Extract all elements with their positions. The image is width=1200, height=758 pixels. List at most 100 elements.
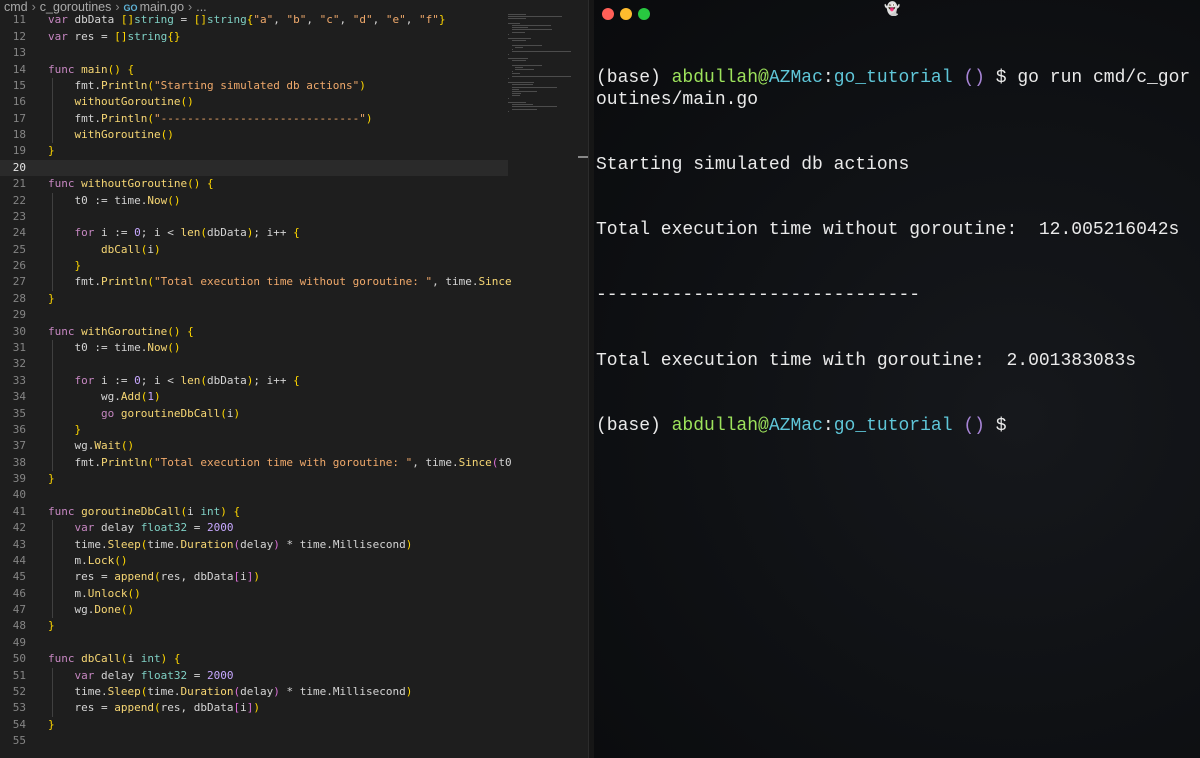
line-number: 50 xyxy=(12,652,26,666)
breadcrumb-item-cmd[interactable]: cmd xyxy=(4,0,28,14)
code-line[interactable]: 16 withoutGoroutine() xyxy=(0,94,508,110)
code-line[interactable]: 20 xyxy=(0,159,508,176)
maximize-button[interactable] xyxy=(638,8,650,20)
code-line[interactable]: 35 go goroutineDbCall(i) xyxy=(0,406,508,422)
code-line[interactable]: 21 func withoutGoroutine() { xyxy=(0,176,508,192)
code-text: var res = []string{} xyxy=(48,29,181,43)
line-number: 38 xyxy=(12,455,26,469)
breadcrumb-item-folder[interactable]: c_goroutines xyxy=(40,0,112,14)
code-text: for i := 0; i < len(dbData); i++ { xyxy=(74,373,300,387)
code-text: for i := 0; i < len(dbData); i++ { xyxy=(74,226,300,240)
code-line[interactable]: 36 } xyxy=(0,422,508,438)
code-line[interactable]: 30 func withGoroutine() { xyxy=(0,324,508,340)
code-line[interactable]: 46 m.Unlock() xyxy=(0,586,508,602)
code-line[interactable]: 53 res = append(res, dbData[i]) xyxy=(0,700,508,716)
code-line[interactable]: 40 xyxy=(0,487,508,503)
minimap-line xyxy=(511,104,534,106)
line-number: 43 xyxy=(12,537,26,551)
code-line[interactable]: 48} xyxy=(0,618,508,634)
code-line[interactable]: 43 time.Sleep(time.Duration(delay) * tim… xyxy=(0,537,508,553)
code-line[interactable]: 34 wg.Add(1) xyxy=(0,389,508,405)
code-line[interactable]: 55 xyxy=(0,733,508,749)
minimap-line xyxy=(508,102,526,103)
code-line[interactable]: 51 var delay float32 = 2000 xyxy=(0,668,508,684)
chevron-right-icon: › xyxy=(115,0,120,14)
code-line[interactable]: 27 fmt.Println("Total execution time wit… xyxy=(0,274,512,290)
chevron-right-icon: › xyxy=(188,0,193,14)
code-line[interactable]: 15 fmt.Println("Starting simulated db ac… xyxy=(0,78,508,94)
code-line[interactable]: 54} xyxy=(0,717,508,733)
ghost-icon: 👻 xyxy=(884,2,901,17)
code-line[interactable]: 42 var delay float32 = 2000 xyxy=(0,520,508,536)
code-line[interactable]: 44 m.Lock() xyxy=(0,553,508,569)
line-number: 21 xyxy=(12,177,26,191)
code-line[interactable]: 41 func goroutineDbCall(i int) { xyxy=(0,504,508,520)
code-line[interactable]: 12 var res = []string{} xyxy=(0,29,508,45)
line-number: 46 xyxy=(12,586,26,600)
code-text: go goroutineDbCall(i) xyxy=(100,406,241,420)
code-line[interactable]: 45 res = append(res, dbData[i]) xyxy=(0,569,508,585)
code-line[interactable]: 33 for i := 0; i < len(dbData); i++ { xyxy=(0,373,508,389)
minimize-button[interactable] xyxy=(620,8,632,20)
indent-guide xyxy=(52,192,53,291)
minimap[interactable] xyxy=(508,14,582,758)
code-line[interactable]: 50 func dbCall(i int) { xyxy=(0,651,508,667)
minimap-line xyxy=(511,40,526,42)
code-line[interactable]: 22 t0 := time.Now() xyxy=(0,193,508,209)
minimap-line xyxy=(511,106,558,108)
code-line[interactable]: 19} xyxy=(0,143,508,159)
code-line[interactable]: 18 withGoroutine() xyxy=(0,127,508,143)
breadcrumb-item-file[interactable]: main.go xyxy=(140,0,184,14)
code-text: fmt.Println("Starting simulated db actio… xyxy=(74,78,366,92)
code-text: res = append(res, dbData[i]) xyxy=(74,570,261,584)
code-line[interactable]: 29 xyxy=(0,307,508,323)
line-number: 27 xyxy=(12,275,26,289)
code-line[interactable]: 49 xyxy=(0,635,508,651)
minimap-line xyxy=(508,16,562,18)
code-line[interactable]: 13 xyxy=(0,45,508,61)
minimap-line xyxy=(515,47,524,48)
code-editor[interactable]: cmd›c_goroutines›GOmain.go›... 10var m =… xyxy=(0,0,588,758)
minimap-line xyxy=(511,91,537,92)
go-file-icon: GO xyxy=(123,3,138,13)
minimap-line xyxy=(508,110,509,112)
minimap-line xyxy=(508,22,520,24)
line-number: 12 xyxy=(12,29,26,43)
minimap-line xyxy=(511,88,519,90)
line-number: 18 xyxy=(12,128,26,142)
minimap-line xyxy=(511,51,571,53)
close-button[interactable] xyxy=(602,8,614,20)
code-line[interactable]: 23 xyxy=(0,209,508,225)
code-line[interactable]: 52 time.Sleep(time.Duration(delay) * tim… xyxy=(0,684,508,700)
code-line[interactable]: 28} xyxy=(0,291,508,307)
sash-handle[interactable] xyxy=(578,156,588,158)
line-number: 37 xyxy=(12,439,26,453)
code-line[interactable]: 39} xyxy=(0,471,508,487)
code-line[interactable]: 38 fmt.Println("Total execution time wit… xyxy=(0,455,512,471)
indent-guide xyxy=(52,520,53,619)
code-line[interactable]: 26 } xyxy=(0,258,508,274)
line-number: 51 xyxy=(12,668,26,682)
code-line[interactable]: 31 t0 := time.Now() xyxy=(0,340,508,356)
code-text: } xyxy=(48,717,55,731)
code-line[interactable]: 25 dbCall(i) xyxy=(0,242,508,258)
code-text: time.Sleep(time.Duration(delay) * time.M… xyxy=(74,537,413,551)
code-line[interactable]: 24 for i := 0; i < len(dbData); i++ { xyxy=(0,225,508,241)
terminal-command-line: (base) abdullah@AZMac:go_tutorial () $ g… xyxy=(596,68,1191,111)
breadcrumb-item-more[interactable]: ... xyxy=(196,0,206,14)
terminal-output[interactable]: (base) abdullah@AZMac:go_tutorial () $ g… xyxy=(596,25,1198,481)
code-line[interactable]: 11 var dbData []string = []string{"a", "b… xyxy=(0,12,508,28)
code-text: func withGoroutine() { xyxy=(48,324,194,338)
terminal-window[interactable]: 👻 (base) abdullah@AZMac:go_tutorial () $… xyxy=(594,0,1200,758)
line-number: 30 xyxy=(12,324,26,338)
code-line[interactable]: 47 wg.Done() xyxy=(0,602,508,618)
code-line[interactable]: 17 fmt.Println("------------------------… xyxy=(0,111,508,127)
line-number: 47 xyxy=(12,603,26,617)
code-text: func goroutineDbCall(i int) { xyxy=(48,504,241,518)
code-line[interactable]: 14 func main() { xyxy=(0,62,508,78)
code-line[interactable]: 32 xyxy=(0,356,508,372)
code-line[interactable]: 37 wg.Wait() xyxy=(0,438,508,454)
code-text: wg.Done() xyxy=(74,603,135,617)
code-text: func withoutGoroutine() { xyxy=(48,177,214,191)
minimap-line xyxy=(511,60,526,62)
